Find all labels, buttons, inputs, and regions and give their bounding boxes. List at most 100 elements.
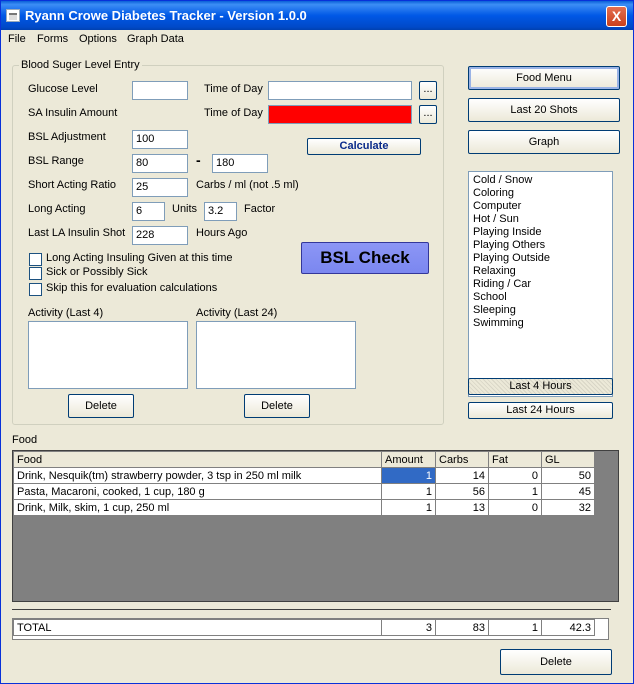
bsl-check-button[interactable]: BSL Check [301,242,429,274]
activity-type-item[interactable]: Playing Others [469,239,612,252]
activity-type-item[interactable]: Playing Outside [469,252,612,265]
food-cell[interactable]: 1 [381,467,436,484]
bsl-range-low-input[interactable]: 80 [132,154,188,173]
long-acting-input[interactable]: 6 [132,202,165,221]
food-cell[interactable]: 0 [488,467,542,484]
bsl-entry-title: Blood Suger Level Entry [19,59,142,71]
long-acting-given-checkbox[interactable] [29,253,42,266]
food-cell[interactable]: 1 [381,499,436,516]
total-value: 42.3 [541,619,595,636]
time-picker-button-2[interactable]: ... [419,105,437,124]
total-value: 1 [488,619,542,636]
activity-type-item[interactable]: Relaxing [469,265,612,278]
sa-insulin-label: SA Insulin Amount [28,107,118,119]
food-cell[interactable]: 56 [435,483,489,500]
food-cell[interactable]: 50 [541,467,595,484]
food-column-header[interactable]: Carbs [435,451,489,468]
activity-type-item[interactable]: Cold / Snow [469,174,612,187]
activity-type-item[interactable]: Riding / Car [469,278,612,291]
long-acting-label: Long Acting [28,203,86,215]
time-of-day-input-1[interactable] [268,81,412,100]
glucose-label: Glucose Level [28,83,98,95]
skip-evaluation-checkbox[interactable] [29,283,42,296]
activity-type-list[interactable]: Cold / Snow Coloring Computer Hot / Sun Play… [468,171,613,397]
graph-button[interactable]: Graph [468,130,620,154]
total-value: 3 [381,619,436,636]
menu-options[interactable]: Options [79,33,117,45]
bsl-range-high-input[interactable]: 180 [212,154,268,173]
last-la-label: Last LA Insulin Shot [28,227,126,239]
food-cell[interactable]: 1 [381,483,436,500]
total-label: TOTAL [13,619,382,636]
skip-evaluation-label: Skip this for evaluation calculations [46,282,218,294]
food-column-header[interactable]: Fat [488,451,542,468]
activity-last4-list[interactable] [28,321,188,389]
food-label: Food [12,434,38,446]
last-24-hours-button[interactable]: Last 24 Hours [468,402,613,419]
activity-type-item[interactable]: School [469,291,612,304]
activity-type-item[interactable]: Hot / Sun [469,213,612,226]
food-cell[interactable]: 45 [541,483,595,500]
activity-last4-label: Activity (Last 4) [28,307,104,319]
food-menu-button[interactable]: Food Menu [468,66,620,90]
food-cell[interactable]: 0 [488,499,542,516]
factor-input[interactable]: 3.2 [204,202,237,221]
food-cell[interactable]: 14 [435,467,489,484]
bsl-range-label: BSL Range [28,155,84,167]
units-label: Units [172,203,198,215]
food-cell[interactable]: 32 [541,499,595,516]
table-row[interactable]: Drink, Milk, skim, 1 cup, 250 ml 1 13 0 32 [13,499,595,516]
last-20-shots-button[interactable]: Last 20 Shots [468,98,620,122]
menu-forms[interactable]: Forms [37,33,68,45]
food-cell[interactable]: Drink, Nesquik(tm) strawberry powder, 3 … [13,467,382,484]
table-row[interactable]: Pasta, Macaroni, cooked, 1 cup, 180 g 1 56… [13,483,595,500]
time-of-day-label-1: Time of Day [204,83,263,95]
calculate-button[interactable]: Calculate [307,138,421,155]
app-icon [6,9,20,22]
close-button[interactable]: X [606,6,627,27]
food-grid[interactable]: Food Amount Carbs Fat GL Drink, Nesquik(tm) … [12,450,619,602]
bsl-adjustment-input[interactable]: 100 [132,130,188,149]
carbs-ml-label: Carbs / ml (not .5 ml) [196,179,299,191]
long-acting-given-label: Long Acting Insuling Given at this time [46,252,233,264]
short-acting-input[interactable]: 25 [132,178,188,197]
time-of-day-label-2: Time of Day [204,107,263,119]
time-of-day-input-2[interactable] [268,105,412,124]
table-row[interactable]: Drink, Nesquik(tm) strawberry powder, 3 … [13,467,595,484]
activity-last24-list[interactable] [196,321,356,389]
main-window: Ryann Crowe Diabetes Tracker - Version 1… [0,0,634,684]
sick-checkbox[interactable] [29,267,42,280]
menu-file[interactable]: File [8,33,26,45]
sick-label: Sick or Possibly Sick [46,266,148,278]
range-dash: - [196,152,201,168]
food-column-header[interactable]: Food [13,451,382,468]
activity-type-item[interactable]: Computer [469,200,612,213]
title-bar: Ryann Crowe Diabetes Tracker - Version 1… [1,1,633,30]
glucose-input[interactable] [132,81,188,100]
delete-food-button[interactable]: Delete [500,649,612,675]
last-la-input[interactable]: 228 [132,226,188,245]
window-title: Ryann Crowe Diabetes Tracker - Version 1… [25,8,307,23]
hours-ago-label: Hours Ago [196,227,248,239]
food-cell[interactable]: 1 [488,483,542,500]
menu-graph-data[interactable]: Graph Data [127,33,184,45]
food-cell[interactable]: Drink, Milk, skim, 1 cup, 250 ml [13,499,382,516]
bsl-adjustment-label: BSL Adjustment [28,131,106,143]
activity-type-item[interactable]: Coloring [469,187,612,200]
total-value: 83 [435,619,489,636]
total-row-container: TOTAL 3 83 1 42.3 [12,618,609,640]
activity-type-item[interactable]: Sleeping [469,304,612,317]
food-column-header[interactable]: GL [541,451,595,468]
delete-activity-last4-button[interactable]: Delete [68,394,134,418]
divider [12,609,611,610]
food-column-header[interactable]: Amount [381,451,436,468]
last-4-hours-button[interactable]: Last 4 Hours [468,378,613,395]
time-picker-button-1[interactable]: ... [419,81,437,100]
delete-activity-last24-button[interactable]: Delete [244,394,310,418]
activity-type-item[interactable]: Playing Inside [469,226,612,239]
food-cell[interactable]: 13 [435,499,489,516]
food-cell[interactable]: Pasta, Macaroni, cooked, 1 cup, 180 g [13,483,382,500]
short-acting-label: Short Acting Ratio [28,179,117,191]
activity-type-item[interactable]: Swimming [469,317,612,330]
activity-last24-label: Activity (Last 24) [196,307,278,319]
